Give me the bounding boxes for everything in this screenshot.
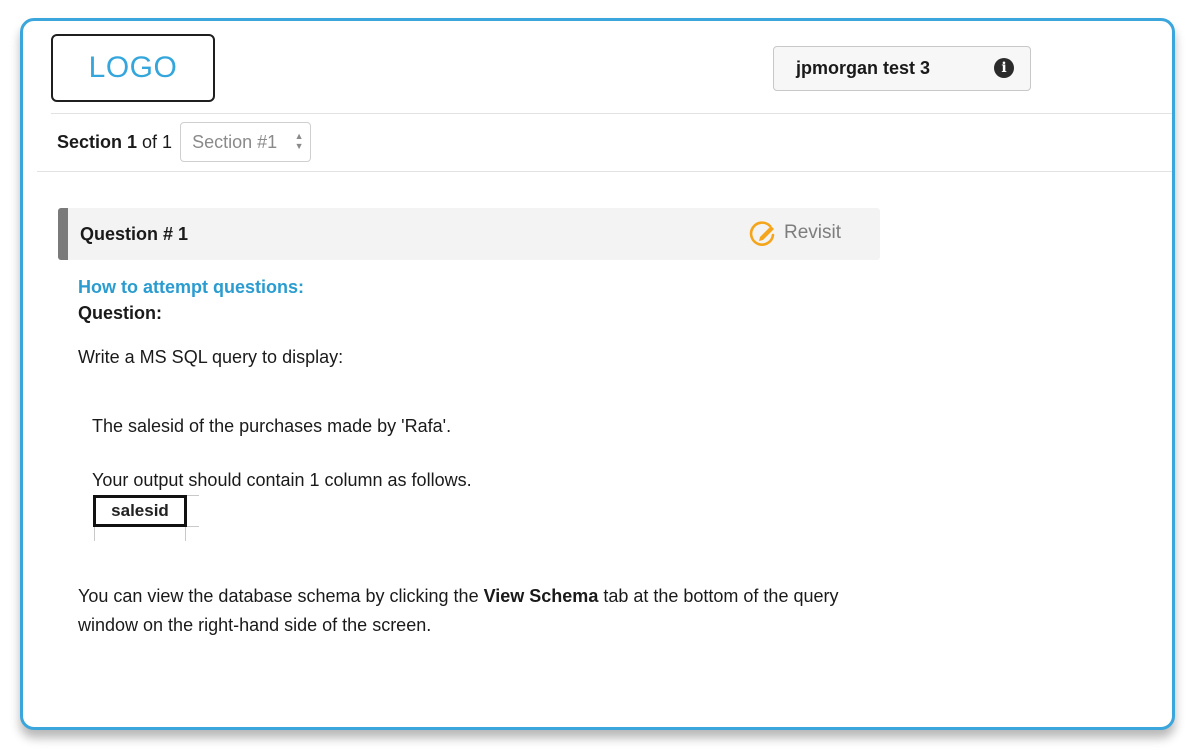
question-label: Question:: [78, 303, 162, 323]
schema-note: You can view the database schema by clic…: [78, 582, 878, 640]
info-circle-icon[interactable]: i: [994, 58, 1014, 78]
question-content: How to attempt questions: Question: Writ…: [78, 277, 908, 640]
revisit-label: Revisit: [784, 222, 842, 243]
how-to-attempt-link[interactable]: How to attempt questions:: [78, 277, 908, 301]
section-current: Section 1: [57, 131, 138, 152]
output-description: Your output should contain 1 column as f…: [92, 470, 472, 490]
up-down-arrows-icon: ▲ ▼: [294, 131, 304, 151]
test-name: jpmorgan test 3: [796, 58, 931, 78]
logo-text: LOGO: [88, 51, 178, 84]
view-schema-label: View Schema: [483, 586, 599, 606]
schema-note-text: You can view the database schema by clic…: [78, 586, 484, 606]
pencil-circle-icon: [749, 221, 775, 246]
logo: LOGO: [51, 34, 215, 102]
section-select-value: Section #1: [192, 131, 278, 152]
section-indicator: Section 1 of 1: [57, 132, 172, 153]
test-name-box[interactable]: jpmorgan test 3 i: [773, 46, 1031, 91]
question-title: Question # 1: [80, 224, 189, 244]
header: LOGO jpmorgan test 3 i: [51, 21, 1172, 114]
section-total: of 1: [137, 131, 173, 152]
grid-line: [187, 495, 199, 496]
grid-line: [185, 527, 186, 541]
output-columns-table: salesid: [93, 495, 203, 543]
section-select[interactable]: Section #1 ▲ ▼: [180, 122, 312, 162]
question-detail: The salesid of the purchases made by 'Ra…: [92, 416, 452, 436]
column-header-cell: salesid: [93, 495, 187, 527]
question-prompt: Write a MS SQL query to display:: [78, 347, 344, 367]
grid-line: [187, 526, 199, 527]
revisit-button[interactable]: Revisit: [748, 218, 841, 248]
question-header: Question # 1 Revisit: [58, 208, 880, 260]
section-bar: Section 1 of 1 Section #1 ▲ ▼: [37, 113, 1172, 172]
grid-line: [94, 527, 95, 541]
app-window: LOGO jpmorgan test 3 i Section 1 of 1 Se…: [20, 18, 1175, 730]
